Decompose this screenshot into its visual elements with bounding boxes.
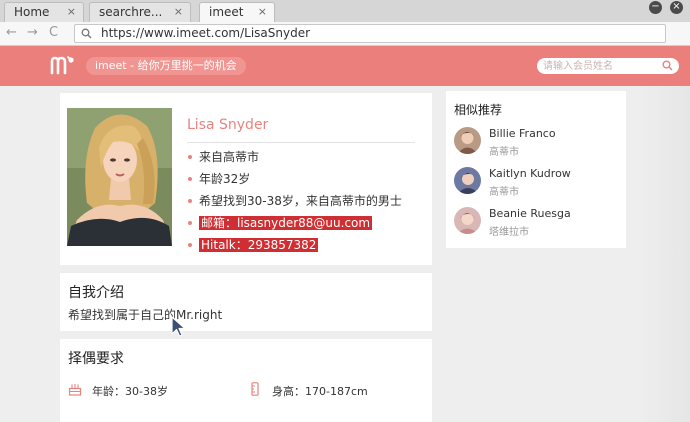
window-close-icon[interactable]: ×: [670, 1, 683, 14]
recommendation-name[interactable]: Billie Franco: [489, 127, 556, 140]
site-header: imeet - 给你万里挑一的机会: [0, 46, 690, 86]
profile-name: Lisa Snyder: [187, 117, 269, 133]
profile-detail-hitalk: Hitalk：293857382: [187, 236, 402, 258]
profile-photo: [67, 108, 172, 246]
address-bar-row: ← → C https://www.imeet.com/LisaSnyder: [0, 22, 690, 46]
member-search-input[interactable]: [543, 59, 657, 73]
profile-detail-seeking: 希望找到30-38岁，来自高蒂市的男士: [187, 192, 402, 214]
profile-detail-city: 来自高蒂市: [187, 148, 402, 170]
name-divider: [187, 142, 415, 143]
hitalk-highlight[interactable]: Hitalk：293857382: [199, 238, 319, 252]
avatar[interactable]: [454, 207, 481, 234]
requirement-age-text: 年龄：30-38岁: [92, 385, 168, 398]
tab-close-icon[interactable]: ×: [174, 5, 183, 18]
search-icon: [81, 28, 92, 39]
tab-imeet[interactable]: imeet ×: [199, 2, 275, 23]
requirement-height-text: 身高：170-187cm: [272, 385, 368, 398]
ruler-icon: [251, 382, 259, 396]
tab-close-icon[interactable]: ×: [67, 5, 76, 18]
profile-card: Lisa Snyder 来自高蒂市 年龄32岁 希望找到30-38岁，来自高蒂市…: [60, 93, 432, 265]
self-intro-card: 自我介绍 希望找到属于自己的Mr.right: [60, 273, 432, 331]
tab-label: imeet: [209, 5, 244, 19]
tab-searchresults[interactable]: searchre... ×: [89, 2, 191, 22]
mouse-cursor-icon: [171, 316, 186, 337]
tab-close-icon[interactable]: ×: [258, 5, 267, 18]
url-text: https://www.imeet.com/LisaSnyder: [101, 26, 311, 40]
back-arrow-icon[interactable]: ←: [6, 25, 17, 40]
tab-home[interactable]: Home ×: [4, 2, 84, 22]
search-icon[interactable]: [662, 60, 673, 71]
avatar[interactable]: [454, 167, 481, 194]
tab-label: Home: [14, 5, 50, 19]
recommendation-city: 高蒂市: [489, 147, 519, 158]
cake-icon: [68, 384, 82, 396]
profile-portrait-illustration: [67, 108, 172, 246]
profile-info-list: 来自高蒂市 年龄32岁 希望找到30-38岁，来自高蒂市的男士 邮箱：lisas…: [187, 148, 402, 258]
recommendation-name[interactable]: Beanie Ruesga: [489, 207, 571, 220]
avatar[interactable]: [454, 127, 481, 154]
recommendation-city: 高蒂市: [489, 187, 519, 198]
reload-icon[interactable]: C: [49, 25, 58, 40]
similar-recommendations-card: 相似推荐 Billie Franco 高蒂市 Kaitlyn Kudrow 高蒂…: [446, 91, 626, 248]
recommendation-item[interactable]: Beanie Ruesga 塔维拉市: [454, 205, 624, 239]
partner-requirements-card: 择偶要求 年龄：30-38岁 身高：170-187cm: [60, 339, 432, 422]
imeet-logo-icon[interactable]: [50, 55, 78, 75]
site-slogan: imeet - 给你万里挑一的机会: [86, 57, 246, 75]
recommendation-item[interactable]: Kaitlyn Kudrow 高蒂市: [454, 165, 624, 199]
browser-tab-strip: Home × searchre... × imeet × − ×: [0, 0, 690, 23]
similar-title: 相似推荐: [454, 103, 503, 117]
profile-detail-email: 邮箱：lisasnyder88@uu.com: [187, 214, 402, 236]
recommendation-item[interactable]: Billie Franco 高蒂市: [454, 125, 624, 159]
page-edge-shade: [640, 86, 690, 422]
self-intro-title: 自我介绍: [68, 285, 124, 301]
minimize-icon[interactable]: −: [649, 1, 662, 14]
email-highlight[interactable]: 邮箱：lisasnyder88@uu.com: [199, 216, 373, 230]
url-field[interactable]: https://www.imeet.com/LisaSnyder: [74, 24, 666, 43]
forward-arrow-icon[interactable]: →: [27, 25, 38, 40]
profile-detail-age: 年龄32岁: [187, 170, 402, 192]
tab-label: searchre...: [99, 5, 163, 19]
self-intro-text: 希望找到属于自己的Mr.right: [68, 308, 223, 322]
requirements-title: 择偶要求: [68, 351, 124, 367]
member-search-box: [537, 58, 679, 74]
recommendation-city: 塔维拉市: [489, 227, 529, 238]
recommendation-name[interactable]: Kaitlyn Kudrow: [489, 167, 571, 180]
